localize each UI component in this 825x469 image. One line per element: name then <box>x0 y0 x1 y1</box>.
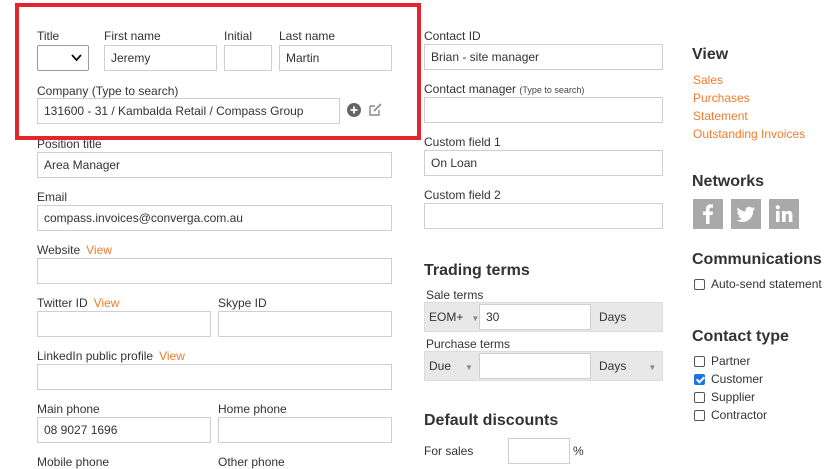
twitter-label-row: Twitter ID View <box>37 296 119 310</box>
first-name-label: First name <box>104 29 161 43</box>
mobile-phone-label: Mobile phone <box>37 455 110 469</box>
custom-field-2[interactable] <box>424 203 663 229</box>
caret-down-icon: ▼ <box>648 363 657 372</box>
sale-terms-row: EOM+ ▼ 30 Days <box>424 302 663 332</box>
auto-send-checkbox[interactable] <box>694 279 705 290</box>
company-label: Company (Type to search) <box>37 84 179 98</box>
percent-sign: % <box>573 444 584 458</box>
networks-title: Networks <box>692 173 765 190</box>
contact-id-label: Contact ID <box>424 29 481 43</box>
last-name-label: Last name <box>279 29 336 43</box>
view-link-sales[interactable]: Sales <box>693 73 723 87</box>
purchase-terms-unit: Days <box>599 359 627 373</box>
communications-title: Communications <box>692 251 822 268</box>
website-view-link[interactable]: View <box>86 243 112 257</box>
purchase-terms-unit-dropdown[interactable]: Days ▼ <box>599 352 656 382</box>
contact-manager-search-input[interactable] <box>424 97 663 123</box>
auto-send-label: Auto-send statement <box>711 277 822 291</box>
other-phone-label: Other phone <box>218 455 285 469</box>
contact-manager-hint: (Type to search) <box>519 85 585 95</box>
contact-type-title: Contact type <box>692 328 789 345</box>
home-phone-field[interactable] <box>218 417 392 443</box>
edit-icon[interactable] <box>368 102 384 118</box>
custom-field-1[interactable]: On Loan <box>424 150 663 176</box>
title-label: Title <box>37 29 60 43</box>
for-sales-discount-input[interactable] <box>508 438 570 464</box>
sale-terms-unit: Days <box>599 310 627 324</box>
position-field[interactable]: Area Manager <box>37 152 392 178</box>
purchase-terms-days-input[interactable] <box>479 353 591 379</box>
linkedin-label: LinkedIn public profile <box>37 349 154 363</box>
caret-down-icon: ▼ <box>465 363 473 372</box>
purchase-terms-label: Purchase terms <box>426 337 511 351</box>
company-search-input[interactable]: 131600 - 31 / Kambalda Retail / Compass … <box>37 98 340 124</box>
contact-manager-label-row: Contact manager (Type to search) <box>424 82 584 96</box>
first-name-field[interactable]: Jeremy <box>104 45 217 71</box>
default-discounts-title: Default discounts <box>424 412 559 429</box>
sale-terms-dropdown[interactable]: EOM+ ▼ <box>429 303 479 333</box>
initial-label: Initial <box>224 29 253 43</box>
facebook-icon[interactable] <box>693 199 723 229</box>
sale-terms-option: EOM+ <box>429 310 464 324</box>
sale-terms-days-input[interactable]: 30 <box>479 304 591 330</box>
twitter-label: Twitter ID <box>37 296 88 310</box>
skype-field[interactable] <box>218 311 392 337</box>
view-link-statement[interactable]: Statement <box>693 109 748 123</box>
email-label: Email <box>37 190 68 204</box>
purchase-terms-row: Due ▼ Days ▼ <box>424 351 663 381</box>
skype-label: Skype ID <box>218 296 267 310</box>
contractor-label: Contractor <box>711 408 768 422</box>
twitter-icon[interactable] <box>731 199 761 229</box>
customer-checkbox[interactable] <box>694 374 705 385</box>
home-phone-label: Home phone <box>218 402 287 416</box>
for-sales-label: For sales <box>424 444 474 458</box>
view-link-outstanding-invoices[interactable]: Outstanding Invoices <box>693 127 805 141</box>
linkedin-view-link[interactable]: View <box>159 349 185 363</box>
customer-label: Customer <box>711 372 764 386</box>
supplier-checkbox[interactable] <box>694 392 705 403</box>
last-name-field[interactable]: Martin <box>279 45 392 71</box>
add-circle-icon[interactable] <box>347 103 363 119</box>
email-field[interactable]: compass.invoices@converga.com.au <box>37 205 392 231</box>
contact-id-field[interactable]: Brian - site manager <box>424 44 663 70</box>
position-label: Position title <box>37 137 102 151</box>
main-phone-field[interactable]: 08 9027 1696 <box>37 417 211 443</box>
linkedin-label-row: LinkedIn public profile View <box>37 349 185 363</box>
linkedin-icon[interactable] <box>769 199 799 229</box>
main-phone-label: Main phone <box>37 402 100 416</box>
contractor-checkbox[interactable] <box>694 410 705 421</box>
website-label-row: Website View <box>37 243 112 257</box>
view-link-purchases[interactable]: Purchases <box>693 91 750 105</box>
chevron-down-icon <box>71 52 82 66</box>
website-label: Website <box>37 243 81 257</box>
purchase-terms-dropdown[interactable]: Due ▼ <box>429 352 473 382</box>
trading-terms-title: Trading terms <box>424 262 530 279</box>
title-select[interactable] <box>37 45 89 71</box>
linkedin-field[interactable] <box>37 364 392 390</box>
custom-field-1-label: Custom field 1 <box>424 135 501 149</box>
view-title: View <box>692 46 729 63</box>
purchase-terms-option: Due <box>429 359 452 373</box>
website-field[interactable] <box>37 258 392 284</box>
sale-terms-label: Sale terms <box>426 288 484 302</box>
contact-manager-label: Contact manager <box>424 82 517 96</box>
custom-field-2-label: Custom field 2 <box>424 188 501 202</box>
initial-field[interactable] <box>224 45 272 71</box>
partner-label: Partner <box>711 354 751 368</box>
twitter-view-link[interactable]: View <box>94 296 120 310</box>
partner-checkbox[interactable] <box>694 356 705 367</box>
supplier-label: Supplier <box>711 390 756 404</box>
twitter-field[interactable] <box>37 311 211 337</box>
